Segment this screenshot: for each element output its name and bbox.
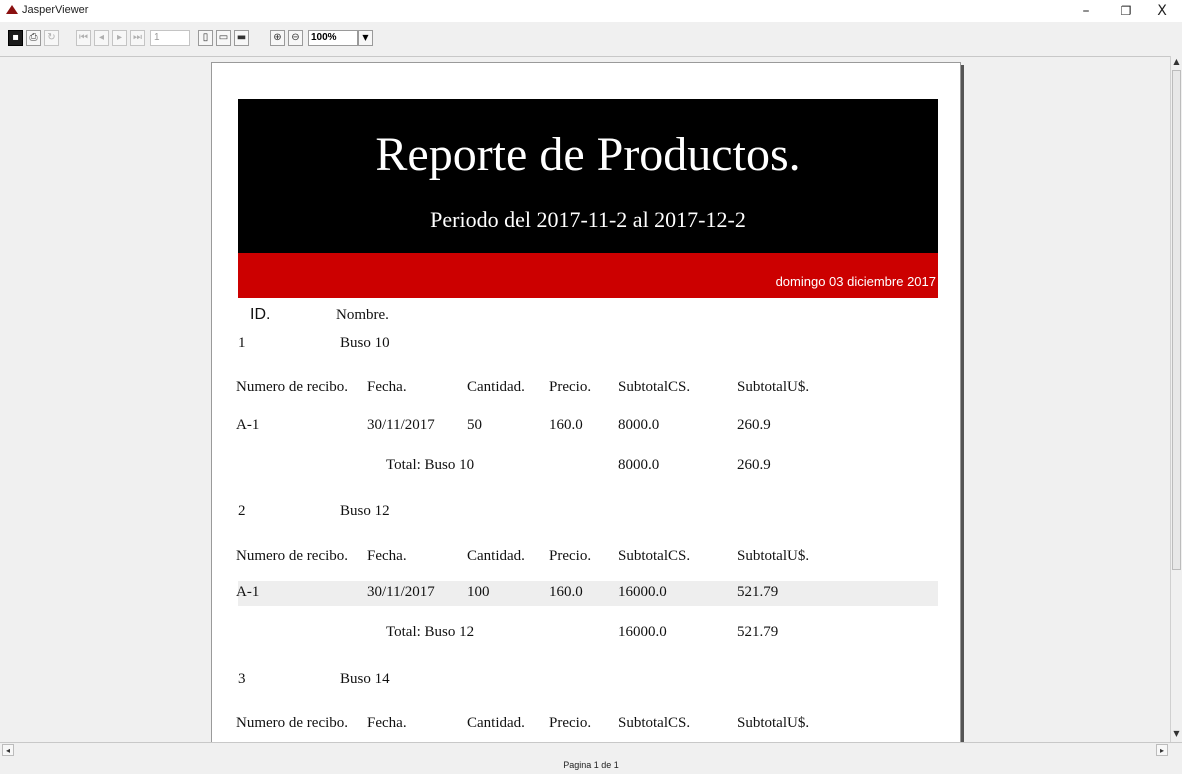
group-total-us: 521.79 — [737, 624, 779, 640]
scroll-thumb[interactable] — [1172, 70, 1181, 570]
detail-header-fecha: Fecha. — [367, 715, 407, 731]
restore-button[interactable]: ❐ — [1106, 0, 1146, 22]
detail-header-cantidad: Cantidad. — [467, 715, 525, 731]
status-bar: Pagina 1 de 1 — [0, 756, 1182, 774]
detail-header-subtotal-us: SubtotalU$. — [737, 548, 810, 564]
detail-header-fecha: Fecha. — [367, 548, 407, 564]
page-number-input[interactable]: 1 — [150, 30, 190, 46]
minimize-button[interactable]: – — [1066, 0, 1106, 22]
detail-header-precio: Precio. — [549, 715, 592, 731]
row-recibo: A-1 — [236, 584, 260, 600]
reload-icon[interactable]: ↻ — [44, 30, 59, 46]
row-subtotal-us: 260.9 — [737, 417, 771, 433]
row-precio: 160.0 — [549, 417, 583, 433]
report-page: Reporte de Productos. Periodo del 2017-1… — [211, 62, 961, 742]
fit-width-icon[interactable]: ▬ — [234, 30, 249, 46]
group-total-label: Total: Buso 10 — [386, 457, 475, 473]
print-icon[interactable]: ⎙ — [26, 30, 41, 46]
prev-page-icon[interactable]: ◂ — [94, 30, 109, 46]
first-page-icon[interactable]: ⏮ — [76, 30, 91, 46]
col-name-header: Nombre. — [336, 307, 389, 323]
window-title: JasperViewer — [22, 4, 89, 16]
group-id: 3 — [238, 671, 246, 687]
actual-size-icon[interactable]: ▯ — [198, 30, 213, 46]
row-shading — [238, 581, 938, 606]
zoom-select[interactable]: 100% — [308, 30, 358, 46]
close-button[interactable]: X — [1142, 0, 1182, 22]
detail-header-fecha: Fecha. — [367, 379, 407, 395]
group-total-cs: 16000.0 — [618, 624, 667, 640]
row-fecha: 30/11/2017 — [367, 584, 435, 600]
col-id-header: ID. — [250, 306, 271, 323]
scroll-right-icon[interactable]: ▸ — [1156, 744, 1168, 756]
row-subtotal-cs: 16000.0 — [618, 584, 667, 600]
scroll-up-icon[interactable]: ▲ — [1171, 56, 1182, 68]
group-name: Buso 10 — [340, 335, 390, 351]
detail-header-recibo: Numero de recibo. — [236, 548, 349, 564]
row-subtotal-us: 521.79 — [737, 584, 779, 600]
row-recibo: A-1 — [236, 417, 260, 433]
detail-header-subtotal-us: SubtotalU$. — [737, 379, 810, 395]
row-fecha: 30/11/2017 — [367, 417, 435, 433]
detail-header-recibo: Numero de recibo. — [236, 715, 349, 731]
report-header: Reporte de Productos. Periodo del 2017-1… — [238, 99, 938, 253]
detail-header-precio: Precio. — [549, 548, 592, 564]
row-cantidad: 50 — [467, 417, 482, 433]
row-precio: 160.0 — [549, 584, 583, 600]
save-icon[interactable]: ▪ — [8, 30, 23, 46]
zoom-out-icon[interactable]: ⊖ — [288, 30, 303, 46]
last-page-icon[interactable]: ⏭ — [130, 30, 145, 46]
toolbar: ▪ ⎙ ↻ ⏮ ◂ ▸ ⏭ 1 ▯ ▭ ▬ ⊕ ⊖ 100% ▼ — [0, 22, 1182, 56]
scroll-left-icon[interactable]: ◂ — [2, 744, 14, 756]
next-page-icon[interactable]: ▸ — [112, 30, 127, 46]
detail-header-recibo: Numero de recibo. — [236, 379, 349, 395]
horizontal-scrollbar[interactable]: ◂ ▸ — [0, 742, 1182, 756]
page-status-text: Pagina 1 de 1 — [563, 760, 619, 770]
jasper-viewer-window: JasperViewer – ❐ X ▪ ⎙ ↻ ⏮ ◂ ▸ ⏭ 1 ▯ ▭ ▬… — [0, 0, 1182, 774]
detail-header-cantidad: Cantidad. — [467, 379, 525, 395]
group-name: Buso 12 — [340, 503, 390, 519]
detail-header-subtotal-cs: SubtotalCS. — [618, 715, 691, 731]
group-id: 1 — [238, 335, 246, 351]
row-cantidad: 100 — [467, 584, 490, 600]
detail-header-precio: Precio. — [549, 379, 592, 395]
vertical-scrollbar[interactable]: ▲ ▼ — [1170, 56, 1182, 742]
app-logo-icon — [6, 5, 18, 14]
row-subtotal-cs: 8000.0 — [618, 417, 660, 433]
title-bar: JasperViewer – ❐ X — [0, 0, 1182, 22]
detail-header-subtotal-cs: SubtotalCS. — [618, 379, 691, 395]
fit-page-icon[interactable]: ▭ — [216, 30, 231, 46]
report-date-band: domingo 03 diciembre 2017 — [238, 253, 938, 298]
report-viewer[interactable]: Reporte de Productos. Periodo del 2017-1… — [0, 56, 1170, 742]
group-total-label: Total: Buso 12 — [386, 624, 475, 640]
group-id: 2 — [238, 503, 246, 519]
zoom-in-icon[interactable]: ⊕ — [270, 30, 285, 46]
group-total-cs: 8000.0 — [618, 457, 660, 473]
report-title: Reporte de Productos. — [375, 128, 801, 181]
dropdown-icon[interactable]: ▼ — [358, 30, 373, 46]
report-period: Periodo del 2017-11-2 al 2017-12-2 — [430, 207, 746, 232]
detail-header-subtotal-cs: SubtotalCS. — [618, 548, 691, 564]
detail-header-cantidad: Cantidad. — [467, 548, 525, 564]
group-name: Buso 14 — [340, 671, 390, 687]
report-date: domingo 03 diciembre 2017 — [775, 274, 936, 289]
group-total-us: 260.9 — [737, 457, 771, 473]
scroll-down-icon[interactable]: ▼ — [1171, 728, 1182, 740]
detail-header-subtotal-us: SubtotalU$. — [737, 715, 810, 731]
